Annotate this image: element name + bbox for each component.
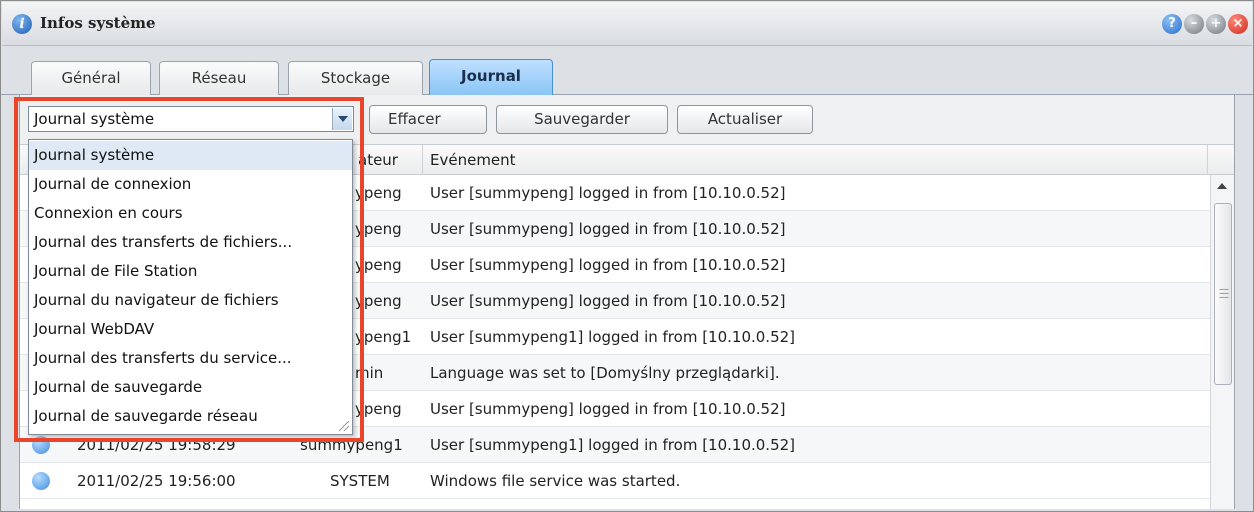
cell-event: User [summypeng1] logged in from [10.10.…	[430, 436, 796, 454]
scrollbar-thumb[interactable]: — — —	[1214, 203, 1232, 385]
clear-button[interactable]: Effacer	[369, 105, 487, 134]
dropdown-item-file-browser-log[interactable]: Journal du navigateur de fichiers	[29, 286, 352, 315]
dropdown-item-connection-log[interactable]: Journal de connexion	[29, 170, 352, 199]
cell-event: User [summypeng1] logged in from [10.10.…	[430, 328, 796, 346]
minimize-icon[interactable]: –	[1184, 14, 1204, 34]
tab-general[interactable]: Général	[31, 61, 151, 95]
cell-user: ypeng	[355, 184, 402, 202]
resize-grip-icon[interactable]	[339, 421, 349, 431]
vertical-scrollbar[interactable]: — — —	[1210, 175, 1234, 509]
title-bar[interactable]: i Infos système ? – + ×	[2, 2, 1252, 46]
info-icon	[32, 436, 50, 454]
clear-label: Effacer	[388, 110, 441, 128]
info-icon	[32, 472, 50, 490]
dropdown-item-current-connections[interactable]: Connexion en cours	[29, 199, 352, 228]
info-icon: i	[12, 14, 32, 34]
log-type-value: Journal système	[34, 110, 155, 128]
dropdown-item-webdav-log[interactable]: Journal WebDAV	[29, 315, 352, 344]
dropdown-item-file-station-log[interactable]: Journal de File Station	[29, 257, 352, 286]
tab-journal[interactable]: Journal	[429, 59, 553, 96]
cell-event: Windows file service was started.	[430, 472, 681, 490]
cell-user: ypeng	[355, 400, 402, 418]
cell-user: min	[355, 364, 384, 382]
cell-event: User [summypeng] logged in from [10.10.0…	[430, 220, 786, 238]
log-type-dropdown: Journal système Journal de connexion Con…	[28, 139, 353, 435]
dropdown-item-system-log[interactable]: Journal système	[29, 141, 352, 170]
maximize-icon[interactable]: +	[1206, 14, 1226, 34]
refresh-button[interactable]: Actualiser	[677, 105, 813, 134]
cell-event: Language was set to [Domyślny przeglądar…	[430, 364, 780, 382]
toolbar: Journal système Effacer Sauvegarder Actu…	[20, 95, 1234, 145]
tab-bar: Général Réseau Stockage Journal	[1, 53, 1253, 96]
cell-time: 2011/02/25 19:56:00	[77, 472, 236, 490]
grip-icon: — — —	[1219, 284, 1229, 303]
tab-network[interactable]: Réseau	[159, 61, 279, 95]
cell-user: ypeng	[355, 256, 402, 274]
scroll-up-icon[interactable]	[1217, 183, 1227, 189]
cell-event: User [summypeng] logged in from [10.10.0…	[430, 256, 786, 274]
close-icon[interactable]: ×	[1228, 14, 1248, 34]
cell-user: ypeng	[355, 292, 402, 310]
column-header-event[interactable]: Evénement	[430, 145, 516, 175]
cell-user: ypeng1	[355, 328, 412, 346]
dropdown-item-file-transfer-log[interactable]: Journal des transferts de fichiers...	[29, 228, 352, 257]
log-type-select[interactable]: Journal système	[28, 106, 354, 132]
cell-event: User [summypeng] logged in from [10.10.0…	[430, 292, 786, 310]
window-title: Infos système	[40, 14, 156, 32]
chevron-down-icon[interactable]	[332, 108, 352, 130]
cell-user: SYSTEM	[330, 472, 390, 490]
system-info-window: i Infos système ? – + × Général Réseau S…	[0, 0, 1254, 512]
dropdown-item-backup-log[interactable]: Journal de sauvegarde	[29, 373, 352, 402]
dropdown-item-service-transfer-log[interactable]: Journal des transferts du service...	[29, 344, 352, 373]
help-icon[interactable]: ?	[1162, 14, 1182, 34]
column-divider[interactable]	[1207, 145, 1208, 175]
column-divider[interactable]	[422, 145, 423, 175]
dropdown-item-network-backup-log[interactable]: Journal de sauvegarde réseau	[29, 402, 352, 431]
cell-user: ypeng	[355, 220, 402, 238]
cell-event: User [summypeng] logged in from [10.10.0…	[430, 184, 786, 202]
cell-event: User [summypeng] logged in from [10.10.0…	[430, 400, 786, 418]
tab-storage[interactable]: Stockage	[288, 61, 423, 95]
table-row[interactable]: 2011/02/25 19:56:00 SYSTEM Windows file …	[20, 463, 1210, 499]
save-button[interactable]: Sauvegarder	[496, 105, 668, 134]
column-header-user[interactable]: ateur	[358, 145, 398, 175]
